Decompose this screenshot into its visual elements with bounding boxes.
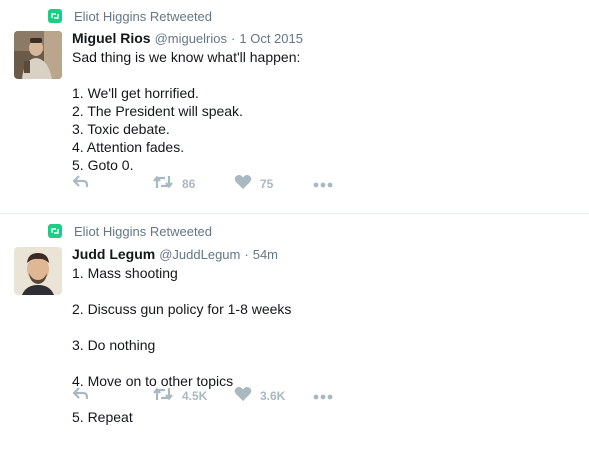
retweet-icon [152, 174, 174, 195]
retweet-badge-icon [48, 9, 62, 23]
timestamp[interactable]: 54m [253, 247, 278, 262]
retweet-count: 4.5K [182, 389, 208, 403]
retweet-badge-icon [48, 224, 62, 238]
separator: · [231, 31, 236, 46]
tweet-text-line: 2. The President will speak. [72, 103, 243, 119]
tweet[interactable]: Eliot Higgins Retweeted Miguel Rios @mig… [0, 0, 589, 214]
tweet-text-line: Sad thing is we know what'll happen: [72, 49, 301, 65]
tweet[interactable]: Eliot Higgins Retweeted Judd Legum @Judd… [0, 214, 589, 466]
avatar[interactable] [14, 31, 62, 79]
avatar[interactable] [14, 247, 62, 295]
like-button[interactable]: 75 [234, 174, 274, 195]
retweet-context: Eliot Higgins Retweeted [48, 223, 212, 239]
username[interactable]: @miguelrios [155, 31, 227, 46]
separator: · [244, 247, 249, 262]
timestamp[interactable]: 1 Oct 2015 [239, 31, 303, 46]
like-count: 3.6K [260, 389, 286, 403]
tweet-header: Judd Legum @JuddLegum · 54m [72, 246, 278, 262]
reply-button[interactable] [72, 386, 90, 407]
retweet-count: 86 [182, 177, 196, 191]
tweet-text: Sad thing is we know what'll happen: 1. … [72, 48, 300, 174]
more-button[interactable] [313, 387, 333, 405]
username[interactable]: @JuddLegum [159, 247, 240, 262]
tweet-text-line: 3. Do nothing [72, 337, 156, 353]
retweet-button[interactable]: 4.5K [152, 387, 207, 405]
like-button[interactable]: 3.6K [234, 386, 286, 407]
tweet-header: Miguel Rios @miguelrios · 1 Oct 2015 [72, 30, 303, 46]
retweet-button[interactable]: 86 [152, 175, 195, 193]
reply-button[interactable] [72, 174, 90, 195]
like-count: 75 [260, 177, 274, 191]
tweet-text-line: 3. Toxic debate. [72, 121, 170, 137]
more-icon [313, 387, 333, 405]
tweet-text-line: 5. Goto 0. [72, 157, 134, 173]
tweet-text-line: 1. We'll get horrified. [72, 85, 199, 101]
tweet-text-line: 4. Attention fades. [72, 139, 185, 155]
like-icon [234, 174, 252, 195]
fullname[interactable]: Judd Legum [72, 246, 155, 262]
tweet-text-line: 2. Discuss gun policy for 1-8 weeks [72, 301, 292, 317]
tweet-text: 1. Mass shooting 2. Discuss gun policy f… [72, 264, 291, 444]
more-icon [313, 175, 333, 193]
more-button[interactable] [313, 175, 333, 193]
fullname[interactable]: Miguel Rios [72, 30, 151, 46]
retweet-icon [152, 386, 174, 407]
reply-icon [72, 386, 90, 407]
like-icon [234, 386, 252, 407]
tweet-text-line: 1. Mass shooting [72, 265, 178, 281]
tweet-text-line [72, 66, 300, 84]
retweet-context: Eliot Higgins Retweeted [48, 8, 212, 24]
tweet-text-line: 5. Repeat [72, 409, 133, 425]
retweet-context-label[interactable]: Eliot Higgins Retweeted [74, 9, 212, 24]
retweet-context-label[interactable]: Eliot Higgins Retweeted [74, 224, 212, 239]
reply-icon [72, 174, 90, 195]
